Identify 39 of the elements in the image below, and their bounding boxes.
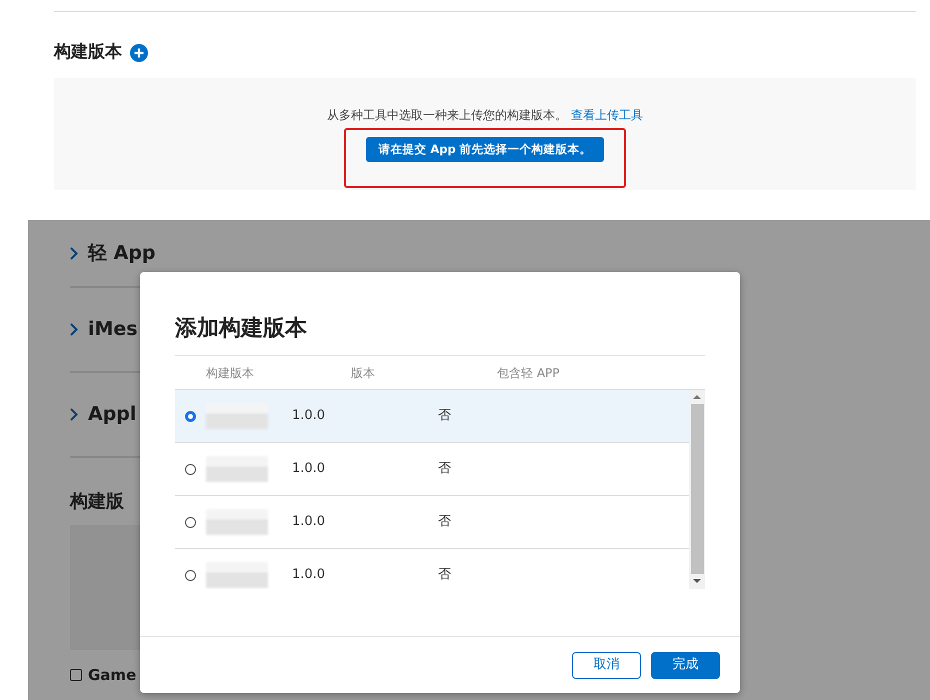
column-header: 包含轻 APP [497,364,560,382]
redacted-build [206,562,268,588]
section-label[interactable]: iMes [88,315,138,344]
section-heading: 构建版 [70,490,125,514]
table-cell-text: 否 [438,407,452,426]
dialog-title: 添加构建版本 [175,315,308,343]
table-cell-text: 1.0.0 [292,513,326,532]
cancel-button[interactable]: 取消 [572,652,641,678]
table-cell-text: 否 [438,513,452,532]
column-header: 构建版本 [205,364,255,382]
select-build-button[interactable]: 请在提交 App 前先选择一个构建版本。 [366,136,604,162]
table-cell-text: 1.0.0 [292,566,326,584]
table-cell-text: 1.0.0 [292,407,326,426]
redacted-build [206,509,268,535]
chevron-icon[interactable] [70,408,78,421]
section-title: 构建版本 [54,41,122,64]
radio-button[interactable] [185,516,196,528]
radio-button[interactable] [185,570,196,580]
chevron-icon[interactable] [70,323,78,336]
redacted-build [206,456,268,482]
scrollbar[interactable] [689,390,705,589]
scroll-up-icon[interactable] [693,394,701,400]
radio-button[interactable] [185,410,196,422]
scroll-down-icon[interactable] [693,578,701,584]
description-text: 从多种工具中选取一种来上传您的构建版本。 查看上传工具 [327,106,643,124]
redacted-build [206,403,268,429]
radio-button[interactable] [185,464,196,474]
chevron-icon[interactable] [70,246,78,260]
upload-tools-link[interactable]: 查看上传工具 [570,108,643,122]
add-icon[interactable] [130,44,148,62]
table-cell-text: 否 [438,566,452,584]
section-label[interactable]: 轻 App [88,238,156,268]
section-label[interactable]: Appl [88,400,136,429]
table-cell-text: 否 [438,460,452,478]
checkbox-label: Game [88,665,136,686]
done-button[interactable]: 完成 [651,652,720,678]
table-cell-text: 1.0.0 [292,460,326,478]
column-header: 版本 [351,364,376,382]
checkbox[interactable] [70,669,82,682]
